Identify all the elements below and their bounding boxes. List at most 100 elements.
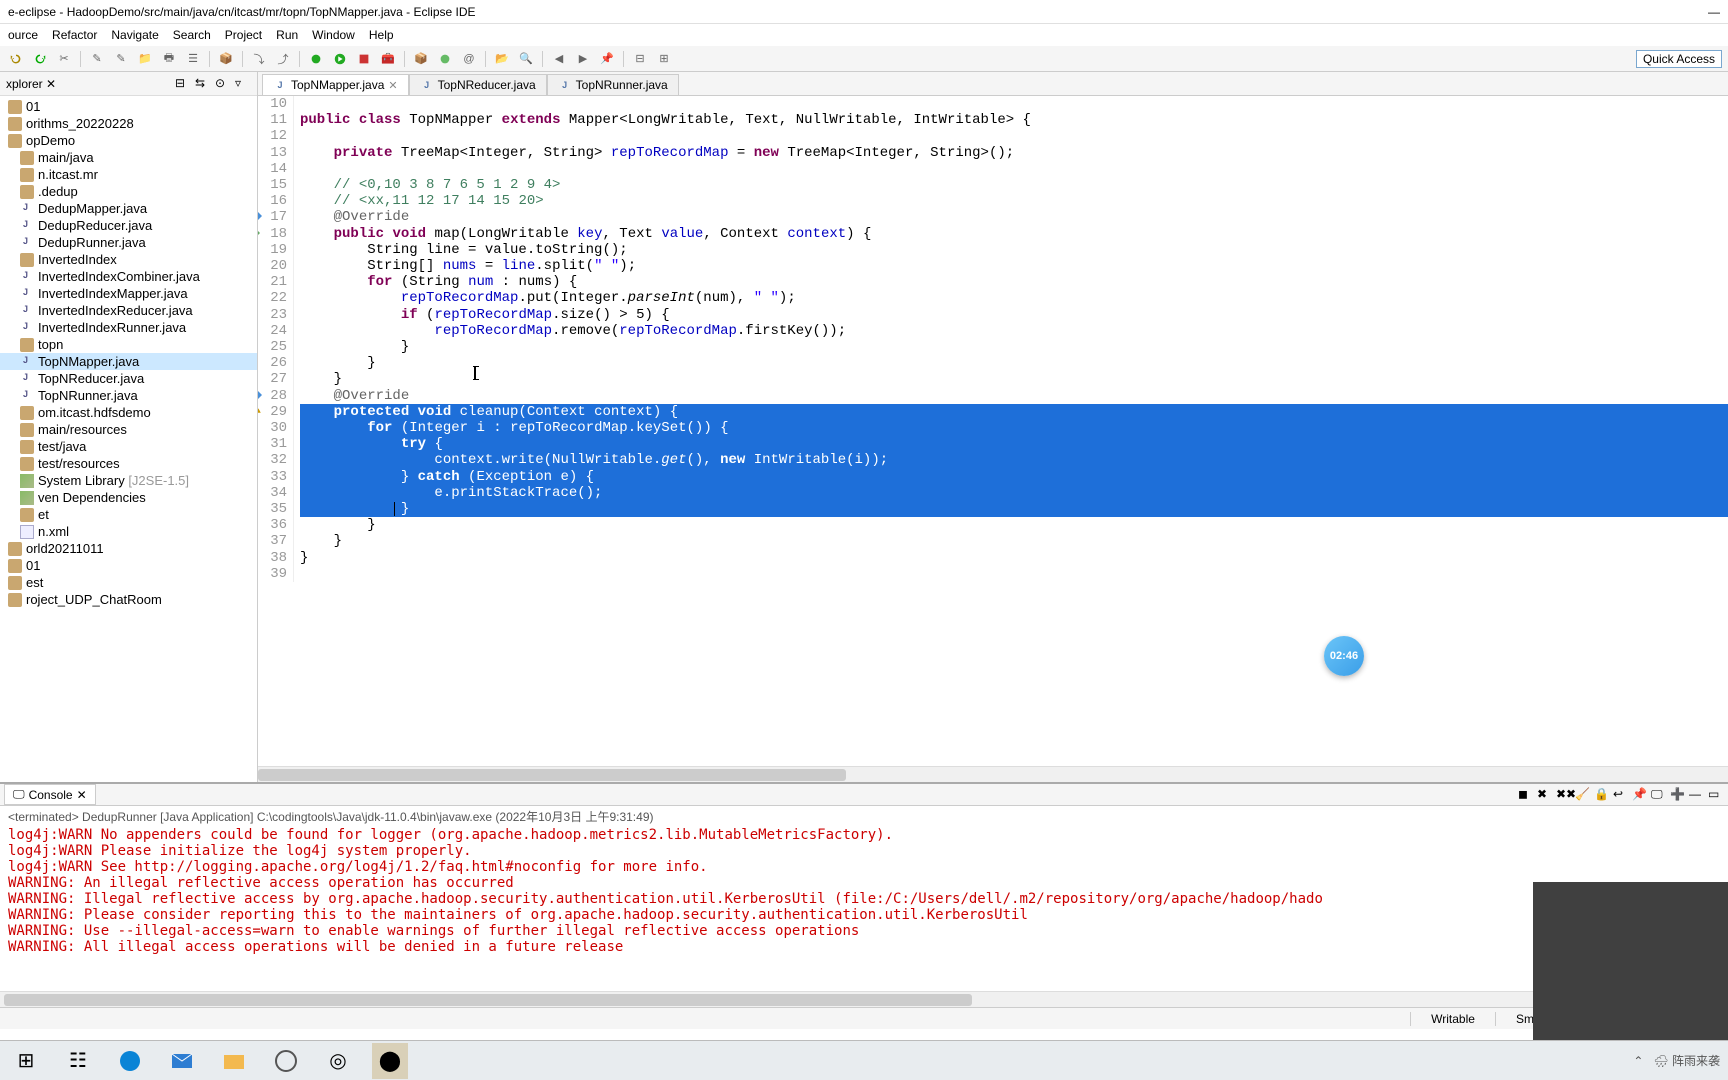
new-annotation-icon[interactable]: @: [459, 49, 479, 69]
print-icon[interactable]: 🖶: [159, 49, 179, 69]
console-output[interactable]: log4j:WARN No appenders could be found f…: [0, 827, 1728, 991]
menu-help[interactable]: Help: [369, 28, 394, 42]
tree-item[interactable]: DedupReducer.java: [0, 217, 257, 234]
code-editor[interactable]: 1011121314151617181920212223242526272829…: [258, 96, 1728, 766]
weather-icon[interactable]: 🌧 阵雨来袭: [1653, 1052, 1720, 1069]
skip2-icon[interactable]: ⤴: [273, 49, 293, 69]
max-icon[interactable]: ▭: [1708, 787, 1724, 803]
tree-item[interactable]: roject_UDP_ChatRoom: [0, 591, 257, 608]
min-icon[interactable]: —: [1689, 787, 1705, 803]
console-tab[interactable]: 🖵 Console ✕: [4, 784, 96, 805]
tree-item[interactable]: main/java: [0, 149, 257, 166]
tree-item[interactable]: .dedup: [0, 183, 257, 200]
tree-item[interactable]: ven Dependencies: [0, 489, 257, 506]
menu-window[interactable]: Window: [312, 28, 355, 42]
back-icon[interactable]: ◀: [549, 49, 569, 69]
open-type-icon[interactable]: 📦: [216, 49, 236, 69]
wand-icon[interactable]: ✎: [87, 49, 107, 69]
wand2-icon[interactable]: ✎: [111, 49, 131, 69]
tree-item[interactable]: TopNMapper.java: [0, 353, 257, 370]
run-icon[interactable]: [330, 49, 350, 69]
code-content[interactable]: public class TopNMapper extends Mapper<L…: [294, 96, 1728, 582]
redo-icon[interactable]: [30, 49, 50, 69]
tree-item[interactable]: InvertedIndexRunner.java: [0, 319, 257, 336]
expand-icon[interactable]: ⊞: [654, 49, 674, 69]
new-class-icon[interactable]: [435, 49, 455, 69]
tree-item[interactable]: orld20211011: [0, 540, 257, 557]
skip-icon[interactable]: ⤵: [249, 49, 269, 69]
menu-refactor[interactable]: Refactor: [52, 28, 97, 42]
tree-item[interactable]: orithms_20220228: [0, 115, 257, 132]
tree-item[interactable]: test/resources: [0, 455, 257, 472]
pin-icon[interactable]: 📌: [597, 49, 617, 69]
editor-hscroll[interactable]: [258, 766, 1728, 782]
tree-item[interactable]: DedupMapper.java: [0, 200, 257, 217]
tree-item[interactable]: est: [0, 574, 257, 591]
menu-search[interactable]: Search: [173, 28, 211, 42]
close-icon[interactable]: ✕: [388, 79, 397, 92]
align-icon[interactable]: ☰: [183, 49, 203, 69]
taskview-icon[interactable]: ⊞: [8, 1043, 44, 1079]
tree-item[interactable]: TopNRunner.java: [0, 387, 257, 404]
minimize-button[interactable]: —: [1708, 5, 1720, 19]
tree-item[interactable]: opDemo: [0, 132, 257, 149]
timeline-icon[interactable]: ☷: [60, 1043, 96, 1079]
word-wrap-icon[interactable]: ↩: [1613, 787, 1629, 803]
quick-access[interactable]: Quick Access: [1636, 50, 1722, 68]
project-tree[interactable]: 01orithms_20220228opDemomain/javan.itcas…: [0, 96, 257, 782]
clear-console-icon[interactable]: 🧹: [1575, 787, 1591, 803]
remove-terminated-icon[interactable]: ✖: [1537, 787, 1553, 803]
collapse-all-icon[interactable]: ⊟: [175, 76, 191, 92]
ext-tools-icon[interactable]: 🧰: [378, 49, 398, 69]
editor-tab[interactable]: JTopNMapper.java✕: [262, 74, 409, 95]
tree-item[interactable]: TopNReducer.java: [0, 370, 257, 387]
tree-item[interactable]: om.itcast.hdfsdemo: [0, 404, 257, 421]
tree-item[interactable]: n.xml: [0, 523, 257, 540]
tree-item[interactable]: 01: [0, 557, 257, 574]
tree-item[interactable]: 01: [0, 98, 257, 115]
tree-item[interactable]: topn: [0, 336, 257, 353]
editor-tab[interactable]: JTopNRunner.java: [547, 74, 679, 95]
open-console-icon[interactable]: ➕: [1670, 787, 1686, 803]
menu-run[interactable]: Run: [276, 28, 298, 42]
tray-chevron-icon[interactable]: ⌃: [1633, 1054, 1643, 1068]
explorer-icon[interactable]: [216, 1043, 252, 1079]
tree-item[interactable]: InvertedIndexReducer.java: [0, 302, 257, 319]
menu-project[interactable]: Project: [225, 28, 262, 42]
terminate-icon[interactable]: ◼: [1518, 787, 1534, 803]
forward-icon[interactable]: ▶: [573, 49, 593, 69]
focus-icon[interactable]: ⊙: [215, 76, 231, 92]
link-editor-icon[interactable]: ⇆: [195, 76, 211, 92]
search-icon[interactable]: 🔍: [516, 49, 536, 69]
menu-source[interactable]: ource: [8, 28, 38, 42]
tree-item[interactable]: et: [0, 506, 257, 523]
collapse-icon[interactable]: ⊟: [630, 49, 650, 69]
tree-item[interactable]: main/resources: [0, 421, 257, 438]
edge-icon[interactable]: [112, 1043, 148, 1079]
tree-item[interactable]: System Library [J2SE-1.5]: [0, 472, 257, 489]
new-package-icon[interactable]: 📦: [411, 49, 431, 69]
mail-icon[interactable]: [164, 1043, 200, 1079]
scroll-lock-icon[interactable]: 🔒: [1594, 787, 1610, 803]
stop-icon[interactable]: ✂: [54, 49, 74, 69]
debug-icon[interactable]: [306, 49, 326, 69]
console-hscroll[interactable]: [0, 991, 1728, 1007]
undo-icon[interactable]: [6, 49, 26, 69]
tree-item[interactable]: DedupRunner.java: [0, 234, 257, 251]
coverage-icon[interactable]: [354, 49, 374, 69]
tree-item[interactable]: n.itcast.mr: [0, 166, 257, 183]
dell-icon[interactable]: [268, 1043, 304, 1079]
tree-item[interactable]: test/java: [0, 438, 257, 455]
menu-navigate[interactable]: Navigate: [111, 28, 158, 42]
app1-icon[interactable]: ◎: [320, 1043, 356, 1079]
tree-item[interactable]: InvertedIndexMapper.java: [0, 285, 257, 302]
app2-icon[interactable]: ⬤: [372, 1043, 408, 1079]
display-console-icon[interactable]: 🖵: [1651, 787, 1667, 803]
editor-tab[interactable]: JTopNReducer.java: [409, 74, 547, 95]
open-task-icon[interactable]: 📂: [492, 49, 512, 69]
tree-item[interactable]: InvertedIndexCombiner.java: [0, 268, 257, 285]
folder-icon[interactable]: 📁: [135, 49, 155, 69]
pin-console-icon[interactable]: 📌: [1632, 787, 1648, 803]
remove-all-icon[interactable]: ✖✖: [1556, 787, 1572, 803]
view-menu-icon[interactable]: ▿: [235, 76, 251, 92]
